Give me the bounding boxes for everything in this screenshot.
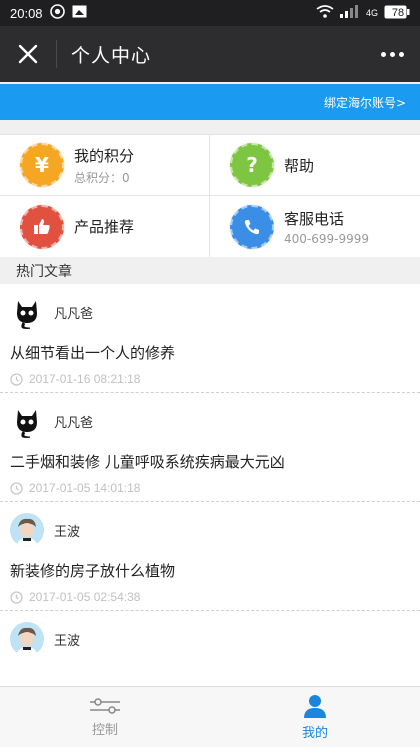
- article-title: 从细节看出一个人的修养: [10, 344, 176, 362]
- wechat-status-icon: [49, 4, 65, 22]
- status-bar: 20:08 4G 78: [0, 0, 420, 26]
- author-name: 凡凡爸: [54, 306, 94, 322]
- more-dot-icon: [389, 51, 395, 57]
- phone-icon: [230, 204, 274, 249]
- signal-icon: [339, 5, 360, 21]
- page: 20:08 4G 78 个人中心 绑定海尔账号> ¥ 我的积分 总积分：0 ? …: [0, 0, 420, 747]
- function-grid: ¥ 我的积分 总积分：0 ? 帮助 产品推荐 客服电话 400-699-9999: [0, 134, 420, 257]
- page-title: 个人中心: [71, 44, 152, 67]
- title-bar: 个人中心: [0, 26, 420, 82]
- battery-level: 78: [391, 7, 405, 19]
- cat-avatar: [10, 295, 44, 329]
- article-title: 新装修的房子放什么植物: [10, 562, 176, 580]
- grid-item-label: 我的积分: [74, 146, 135, 165]
- bottom-nav: 控制 我的: [0, 686, 420, 747]
- user-icon: [304, 694, 326, 718]
- image-status-icon: [72, 5, 87, 21]
- article-title: 二手烟和装修 儿童呼吸系统疾病最大元凶: [10, 453, 285, 471]
- section-title: 热门文章: [0, 257, 420, 284]
- wifi-icon: [316, 5, 334, 21]
- close-icon: [18, 44, 38, 64]
- close-button[interactable]: [0, 26, 56, 82]
- person-avatar: [10, 513, 44, 547]
- thumbs-up-icon: [20, 204, 64, 249]
- signal-4g-icon: 4G: [365, 8, 378, 18]
- clock-icon: [10, 372, 23, 386]
- clock-icon: [10, 481, 23, 495]
- article-item[interactable]: 凡凡爸 从细节看出一个人的修养 2017-01-16 08:21:18: [0, 284, 420, 393]
- bind-account-banner: 绑定海尔账号>: [0, 84, 420, 120]
- article-item[interactable]: 王波 新装修的房子放什么植物 2017-01-05 02:54:38: [0, 502, 420, 611]
- title-divider: [56, 40, 57, 68]
- author-name: 凡凡爸: [54, 415, 94, 431]
- bind-haier-account-link[interactable]: 绑定海尔账号>: [324, 94, 406, 111]
- article-time: 2017-01-05 02:54:38: [10, 590, 408, 604]
- nav-tab-label: 我的: [301, 725, 328, 741]
- nav-tab-label: 控制: [91, 722, 118, 738]
- grid-item-hotline[interactable]: 客服电话 400-699-9999: [210, 196, 420, 257]
- control-sliders-icon: [90, 697, 120, 714]
- more-options-button[interactable]: [372, 26, 412, 82]
- clock-icon: [10, 590, 23, 604]
- grid-item-label: 客服电话: [284, 209, 345, 228]
- article-time: 2017-01-05 14:01:18: [10, 481, 408, 495]
- article-item[interactable]: 凡凡爸 二手烟和装修 儿童呼吸系统疾病最大元凶 2017-01-05 14:01…: [0, 393, 420, 502]
- yen-coin-icon: ¥: [20, 143, 64, 187]
- hotline-number[interactable]: 400-699-9999: [284, 232, 369, 246]
- nav-tab-mine[interactable]: 我的: [210, 687, 420, 747]
- cat-avatar: [10, 404, 44, 438]
- status-time: 20:08: [10, 5, 43, 21]
- grid-item-label: 产品推荐: [74, 218, 135, 236]
- more-dot-icon: [380, 51, 386, 57]
- grid-item-points[interactable]: ¥ 我的积分 总积分：0: [0, 135, 210, 196]
- more-dot-icon: [398, 51, 404, 57]
- nav-tab-control[interactable]: 控制: [0, 687, 210, 747]
- grid-item-label: 帮助: [284, 156, 315, 175]
- question-mark-icon: ?: [230, 143, 274, 187]
- article-list: 凡凡爸 从细节看出一个人的修养 2017-01-16 08:21:18 凡凡爸 …: [0, 284, 420, 720]
- total-points: 总积分：0: [74, 170, 130, 185]
- article-time: 2017-01-16 08:21:18: [10, 372, 408, 386]
- author-name: 王波: [54, 633, 81, 649]
- author-name: 王波: [54, 524, 81, 540]
- grid-item-help[interactable]: ? 帮助: [210, 135, 420, 196]
- grid-item-products[interactable]: 产品推荐: [0, 196, 210, 257]
- person-avatar: [10, 622, 44, 656]
